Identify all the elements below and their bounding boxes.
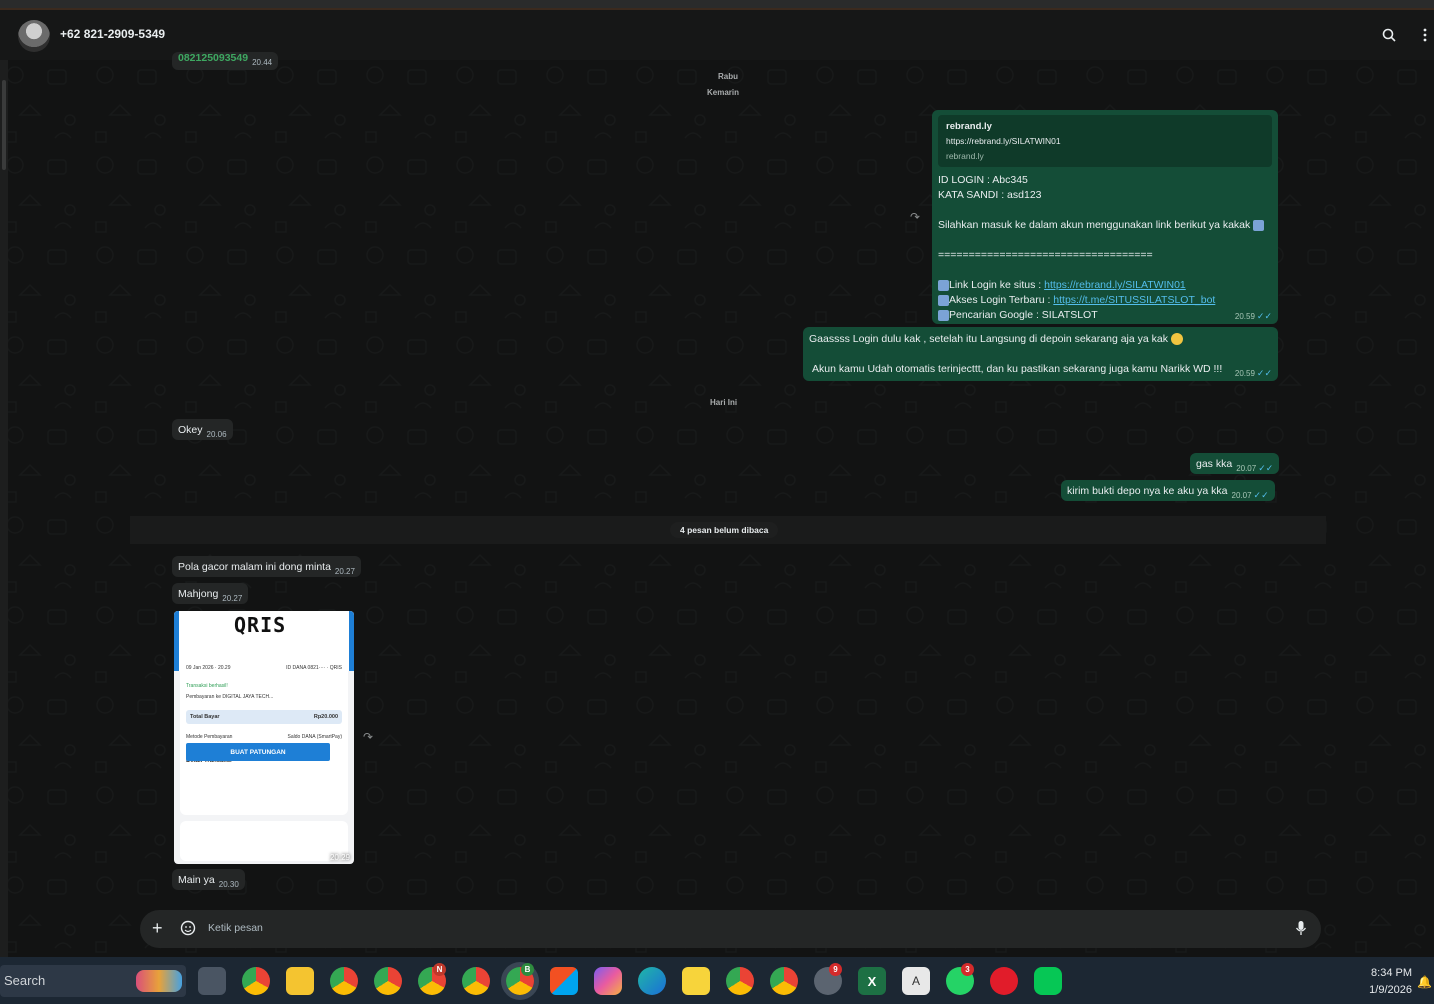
message-partial: 082125093549 20.44 (172, 52, 279, 70)
play-emoji-icon (938, 294, 949, 306)
profile-badge: B (521, 963, 534, 976)
down-arrow-emoji-icon (1253, 219, 1265, 231)
microphone-icon[interactable] (1295, 920, 1307, 941)
copilot-icon[interactable] (594, 967, 622, 995)
read-ticks-icon: ✓✓ (1258, 463, 1274, 473)
chrome-profile-icon[interactable] (374, 967, 402, 995)
menu-kebab-icon[interactable] (1414, 24, 1434, 46)
attach-plus-icon[interactable]: + (152, 918, 163, 939)
contact-name[interactable]: +62 821-2909-5349 (60, 27, 165, 41)
receipt-footer (180, 821, 348, 861)
total-row: Total Bayar Rp20.000 (186, 710, 342, 724)
opera-icon[interactable] (990, 967, 1018, 995)
date-chip-kemarin: Kemarin (707, 88, 740, 97)
message-image-qris[interactable]: QRIS 09 Jan 2026 · 20.29 ID DANA 0821····… (174, 611, 354, 864)
message-outgoing-kirim: kirim bukti depo nya ke aku ya kka 20.07 ✓… (1061, 480, 1275, 501)
message-input[interactable]: Ketik pesan (208, 922, 263, 934)
chrome-profile-icon[interactable] (726, 967, 754, 995)
qris-logo: QRIS (234, 613, 287, 637)
message-incoming-pola: Pola gacor malam ini dong minta 20.27 (172, 556, 361, 577)
excel-icon[interactable]: X (858, 967, 886, 995)
receipt-card: 09 Jan 2026 · 20.29 ID DANA 0821···· · QR… (180, 655, 348, 815)
chrome-profile-icon[interactable] (462, 967, 490, 995)
microsoft-store-icon[interactable] (550, 967, 578, 995)
chat-scrollbar[interactable] (0, 60, 8, 957)
forward-icon[interactable]: ↷ (910, 210, 920, 224)
unread-count-label: 4 pesan belum dibaca (670, 522, 779, 538)
search-highlight-icon (136, 970, 182, 992)
sticky-notes-icon[interactable] (682, 967, 710, 995)
message-outgoing-gas: gas kka 20.07 ✓✓ (1190, 453, 1280, 474)
unread-banner: 4 pesan belum dibaca (130, 516, 1326, 544)
message-incoming-mahjong: Mahjong 20.27 (172, 583, 249, 604)
word-app-icon[interactable]: A (902, 967, 930, 995)
notification-badge: 3 (961, 963, 974, 976)
task-view-icon[interactable] (198, 967, 226, 995)
chrome-icon[interactable] (242, 967, 270, 995)
message-outgoing-gaassss: Gaassss Login dulu kak , setelah itu Lan… (803, 327, 1278, 381)
line-app-icon[interactable] (1034, 967, 1062, 995)
forward-icon[interactable]: ↷ (363, 730, 373, 744)
file-explorer-icon[interactable] (286, 967, 314, 995)
chrome-profile-icon[interactable] (330, 967, 358, 995)
telegram-link[interactable]: https://t.me/SITUSSILATSLOT_bot (1053, 294, 1215, 306)
message-incoming-main: Main ya 20.30 (172, 869, 245, 890)
notification-badge: 9 (829, 963, 842, 976)
message-outgoing-login: rebrand.ly https://rebrand.ly/SILATWIN01… (932, 110, 1278, 324)
profile-badge: N (433, 963, 446, 976)
message-incoming-okey: Okey 20.06 (172, 419, 233, 440)
login-link[interactable]: https://rebrand.ly/SILATWIN01 (1044, 279, 1186, 291)
notification-bell-icon[interactable]: 🔔 (1417, 975, 1432, 989)
link-preview[interactable]: rebrand.ly https://rebrand.ly/SILATWIN01… (938, 115, 1272, 167)
message-composer: + Ketik pesan (140, 910, 1321, 948)
chrome-profile-icon[interactable] (770, 967, 798, 995)
read-ticks-icon: ✓✓ (1256, 311, 1272, 321)
buat-patungan-button: BUAT PATUNGAN (186, 743, 330, 761)
sticker-emoji-icon[interactable] (180, 920, 196, 941)
edge-icon[interactable] (638, 967, 666, 995)
windows-taskbar: Search N B 9 X A 3 8:34 PM 1/9/2026 🔔 (0, 957, 1434, 1004)
date-chip-rabu: Rabu (718, 72, 738, 81)
smile-emoji-icon (1170, 333, 1183, 346)
taskbar-search[interactable]: Search (0, 965, 186, 997)
system-clock[interactable]: 8:34 PM 1/9/2026 (1369, 965, 1412, 999)
date-chip-hari-ini: Hari Ini (710, 398, 738, 407)
contact-avatar[interactable] (18, 20, 50, 52)
read-ticks-icon: ✓✓ (1253, 490, 1269, 500)
window-top-strip (0, 0, 1434, 10)
read-ticks-icon: ✓✓ (1256, 368, 1272, 378)
play-emoji-icon (938, 309, 949, 321)
search-icon[interactable] (1378, 24, 1400, 46)
play-emoji-icon (938, 279, 949, 291)
